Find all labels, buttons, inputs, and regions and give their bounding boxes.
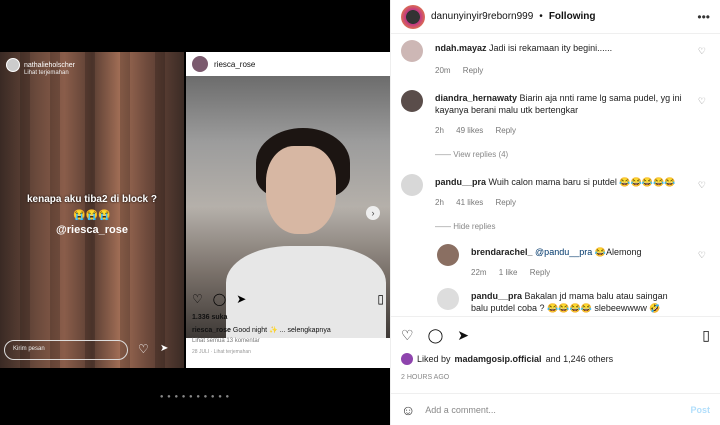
post-button[interactable]: Post (690, 405, 710, 415)
post-media-area: nathalieholscher Lihat terjemahan kenapa… (0, 0, 390, 425)
avatar (192, 56, 208, 72)
heart-icon[interactable]: ♡ (698, 180, 706, 191)
comment-composer: ☺ Add a comment... Post (391, 393, 720, 425)
comment-likes[interactable]: 1 like (499, 268, 518, 277)
bookmark-icon: ▯ (377, 292, 384, 306)
send-icon: ➤ (236, 292, 247, 306)
avatar[interactable] (437, 288, 459, 310)
heart-icon[interactable]: ♡ (698, 46, 706, 57)
comment-username[interactable]: pandu__pra (435, 177, 486, 187)
photo-face (266, 146, 336, 234)
comment-meta: 22m 1 like Reply (471, 268, 560, 277)
heart-icon[interactable]: ♡ (698, 96, 706, 107)
comment-input[interactable]: Add a comment... (425, 405, 680, 415)
story-username: nathalieholscher (24, 61, 75, 69)
post-action-bar: ♡ ◯ ➤ ▯ (192, 292, 384, 306)
post-author-header: danunyinyir9reborn999 • Following (391, 0, 720, 34)
story-text: kenapa aku tiba2 di block ? (26, 194, 158, 205)
reply-item: pandu__pra Bakalan jd mama balu atau sai… (437, 288, 710, 316)
story-screenshot: nathalieholscher Lihat terjemahan kenapa… (0, 52, 184, 368)
more-options-icon[interactable]: ••• (697, 10, 710, 24)
comment-body: diandra_hernawaty Biarin aja nnti rame l… (435, 92, 686, 116)
emoji-icon[interactable]: ☺ (401, 402, 415, 418)
comment-body: ndah.mayaz Jadi isi rekamaan ity begini.… (435, 42, 686, 54)
post-screenshot: riesca_rose › ♡ ◯ ➤ ▯ 1.336 suka riesca_… (186, 52, 390, 368)
heart-icon: ♡ (138, 342, 149, 356)
comment-time: 2h (435, 198, 444, 207)
separator: • (539, 11, 543, 22)
post-username: riesca_rose (214, 59, 256, 69)
comment-body: pandu__pra Bakalan jd mama balu atau sai… (471, 290, 686, 314)
liked-by: Liked by madamgosip.official and 1,246 o… (401, 353, 613, 365)
caption-text: Good night ✨ ... selengkapnya (232, 327, 331, 334)
story-mention: @riesca_rose (56, 224, 128, 236)
post-time: 2 HOURS AGO (401, 374, 450, 381)
comment-meta: 20m Reply (435, 66, 493, 75)
comment-text: Wuih calon mama baru si putdel 😂😂😂😂😂 (488, 177, 676, 187)
comment-mention[interactable]: @pandu__pra (535, 247, 592, 257)
post-likes: 1.336 suka (192, 314, 228, 321)
reply-button[interactable]: Reply (496, 198, 516, 207)
comment-body: brendarachel_ @pandu__pra 😂Alemong (471, 246, 686, 258)
comment-meta: 2h 49 likes Reply (435, 126, 526, 135)
comment-username[interactable]: ndah.mayaz (435, 43, 487, 53)
avatar[interactable] (437, 244, 459, 266)
liked-user[interactable]: madamgosip.official (455, 354, 542, 364)
comment-icon[interactable]: ◯ (428, 327, 444, 344)
bookmark-icon[interactable]: ▯ (702, 327, 710, 344)
comment-username[interactable]: diandra_hernawaty (435, 93, 517, 103)
following-button[interactable]: Following (549, 11, 596, 22)
avatar[interactable] (401, 4, 425, 29)
comment-item: ndah.mayaz Jadi isi rekamaan ity begini.… (401, 40, 710, 76)
comment-meta: 2h 41 likes Reply (435, 198, 526, 207)
comment-username[interactable]: pandu__pra (471, 291, 522, 301)
send-icon: ➤ (160, 343, 169, 354)
avatar[interactable] (401, 174, 423, 196)
post-caption: riesca_rose Good night ✨ ... selengkapny… (192, 326, 331, 334)
caption-user: riesca_rose (192, 327, 231, 334)
view-replies-button[interactable]: —— View replies (4) (435, 150, 710, 159)
avatar[interactable] (401, 40, 423, 62)
hide-replies-button[interactable]: —— Hide replies (435, 222, 710, 231)
liked-others[interactable]: and 1,246 others (546, 354, 614, 364)
action-bar: ♡ ◯ ➤ ▯ (401, 327, 710, 344)
comment-likes[interactable]: 41 likes (456, 198, 483, 207)
reply-item: brendarachel_ @pandu__pra 😂Alemong 22m 1… (437, 244, 710, 284)
comment-item: diandra_hernawaty Biarin aja nnti rame l… (401, 90, 710, 140)
comment-username[interactable]: brendarachel_ (471, 247, 533, 257)
story-emoji: 😭😭😭 (73, 210, 111, 221)
comment-time: 20m (435, 66, 451, 75)
heart-icon[interactable]: ♡ (698, 250, 706, 261)
heart-icon[interactable]: ♡ (401, 327, 414, 344)
comment-text: 😂Alemong (594, 247, 642, 257)
comment-item: pandu__pra Wuih calon mama baru si putde… (401, 174, 710, 214)
comments-panel: danunyinyir9reborn999 • Following ••• nd… (390, 0, 720, 425)
reply-button[interactable]: Reply (496, 126, 516, 135)
story-message-input: Kirim pesan (4, 340, 128, 360)
hide-replies-label[interactable]: Hide replies (453, 222, 495, 231)
comment-text: Jadi isi rekamaan ity begini...... (489, 43, 613, 53)
story-translate: Lihat terjemahan (24, 70, 69, 76)
avatar[interactable] (401, 90, 423, 112)
comment-time: 22m (471, 268, 487, 277)
comment-icon: ◯ (212, 292, 227, 306)
comment-time: 2h (435, 126, 444, 135)
comment-body: pandu__pra Wuih calon mama baru si putde… (435, 176, 686, 188)
liked-prefix: Liked by (417, 354, 451, 364)
post-date: 28 JULI · Lihat terjemahan (192, 349, 251, 355)
comment-likes[interactable]: 49 likes (456, 126, 483, 135)
heart-icon: ♡ (192, 292, 203, 306)
avatar (401, 353, 413, 365)
author-username[interactable]: danunyinyir9reborn999 (431, 11, 533, 22)
post-footer: ♡ ◯ ➤ ▯ Liked by madamgosip.official and… (391, 316, 720, 418)
reply-button[interactable]: Reply (463, 66, 483, 75)
post-header: riesca_rose (186, 52, 390, 76)
reply-button[interactable]: Reply (530, 268, 550, 277)
view-replies-label[interactable]: View replies (4) (453, 150, 508, 159)
comments-link: Lihat semua 13 komentar (192, 338, 260, 344)
carousel-dots: ● ● ● ● ● ● ● ● ● ● (159, 394, 231, 400)
avatar (6, 58, 20, 72)
share-icon[interactable]: ➤ (457, 327, 469, 344)
chevron-right-icon[interactable]: › (366, 206, 380, 220)
